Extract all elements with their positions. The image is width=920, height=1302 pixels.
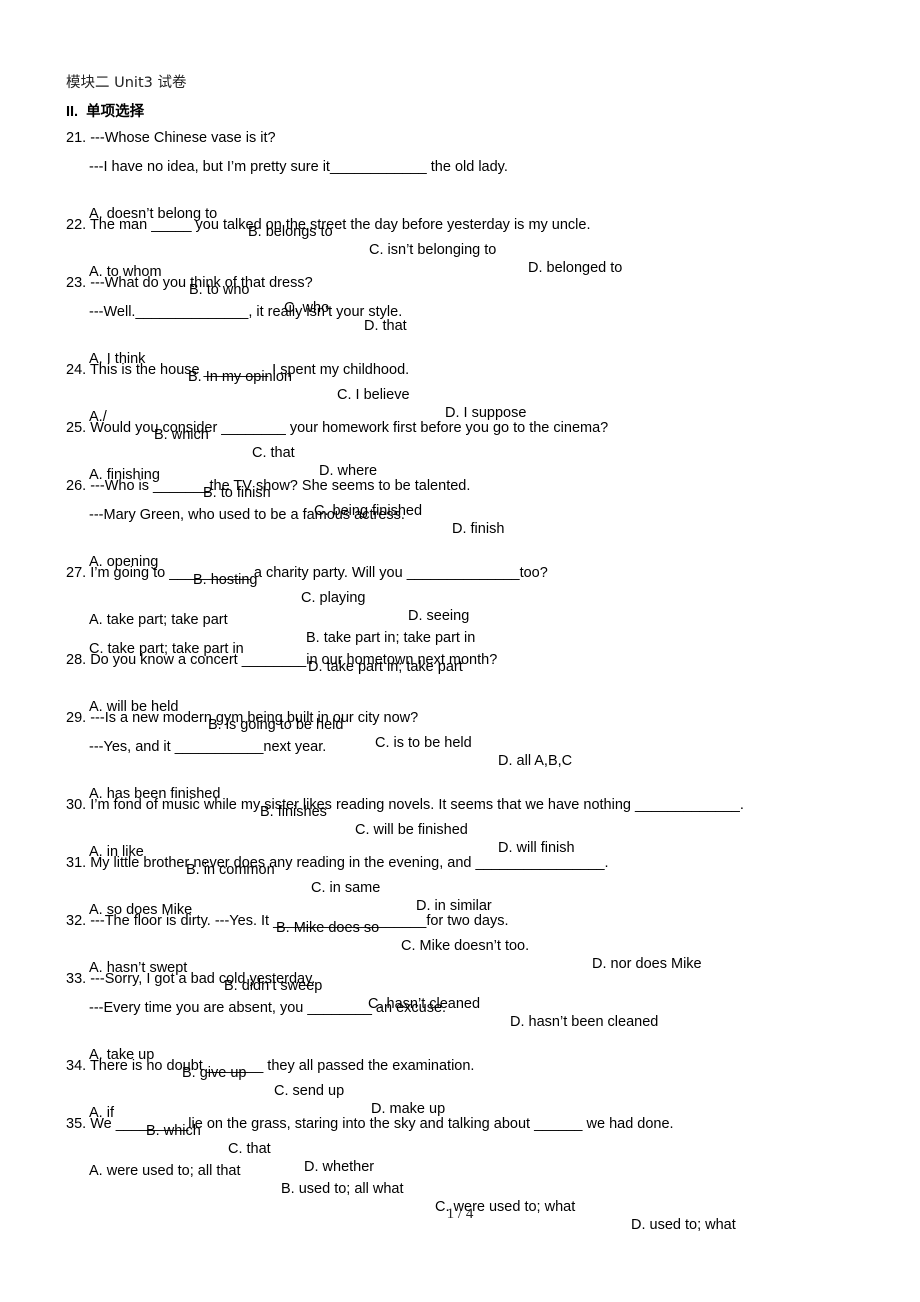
question-29-line-2: ---Yes, and it ___________next year.	[89, 739, 327, 755]
question-29-stem: 29. ---Is a new modern gym being built i…	[66, 710, 419, 726]
section-heading: II. 单项选择	[66, 104, 145, 120]
page-indicator: 1 / 4	[446, 1206, 474, 1222]
option-d: D. whether	[304, 1159, 375, 1175]
question-21-line-2: ---I have no idea, but I’m pretty sure i…	[89, 159, 508, 175]
question-35-stem: 35. We _________lie on the grass, starin…	[66, 1116, 674, 1132]
option-a: A. take part; take part	[89, 612, 228, 628]
question-23-stem: 23. ---What do you think of that dress?	[66, 275, 313, 291]
option-d: D. all A,B,C	[498, 753, 573, 769]
document-title: 模块二 Unit3 试卷	[66, 75, 187, 91]
option-a: A. were used to; all that	[89, 1163, 241, 1179]
option-c: C. send up	[274, 1083, 345, 1099]
question-35-options: A. were used to; all that B. used to; al…	[0, 1144, 736, 1252]
option-c: C. in same	[311, 880, 381, 896]
option-c: C. will be finished	[355, 822, 468, 838]
option-d: D. seeing	[408, 608, 470, 624]
question-26-stem: 26. ---Who is _______the TV show? She se…	[66, 478, 471, 494]
option-c: C. is to be held	[375, 735, 472, 751]
option-c: C. that	[252, 445, 295, 461]
question-24-stem: 24. This is the house ________ I spent m…	[66, 362, 410, 378]
question-31-stem: 31. My little brother never does any rea…	[66, 855, 609, 871]
question-23-line-2: ---Well.______________, it really isn’t …	[89, 304, 403, 320]
question-32-stem: 32. ---The floor is dirty. ---Yes. It __…	[66, 913, 509, 929]
question-28-stem: 28. Do you know a concert ________in our…	[66, 652, 498, 668]
option-c: C. I believe	[337, 387, 410, 403]
option-d: D. belonged to	[528, 260, 623, 276]
option-c: C. playing	[301, 590, 366, 606]
question-27-stem: 27. I’m going to __________ a charity pa…	[66, 565, 548, 581]
option-d: D. finish	[452, 521, 505, 537]
question-21-stem: 21. ---Whose Chinese vase is it?	[66, 130, 276, 146]
question-25-stem: 25. Would you consider ________ your hom…	[66, 420, 609, 436]
question-22-stem: 22. The man _____ you talked on the stre…	[66, 217, 591, 233]
option-b: B. used to; all what	[281, 1181, 404, 1197]
document-page: 模块二 Unit3 试卷 II. 单项选择 21. ---Whose Chine…	[0, 0, 920, 1302]
question-34-stem: 34. There is no doubt _______ they all p…	[66, 1058, 475, 1074]
question-33-line-2: ---Every time you are absent, you ______…	[89, 1000, 447, 1016]
option-c: C. Mike doesn’t too.	[401, 938, 530, 954]
option-c: C. isn’t belonging to	[369, 242, 497, 258]
option-d: D. nor does Mike	[592, 956, 702, 972]
option-c: C. that	[228, 1141, 271, 1157]
question-30-stem: 30. I’m fond of music while my sister li…	[66, 797, 744, 813]
option-d: D. hasn’t been cleaned	[510, 1014, 659, 1030]
question-26-line-2: ---Mary Green, who used to be a famous a…	[89, 507, 405, 523]
question-33-stem: 33. ---Sorry, I got a bad cold yesterday…	[66, 971, 316, 987]
option-b: B. take part in; take part in	[306, 630, 476, 646]
